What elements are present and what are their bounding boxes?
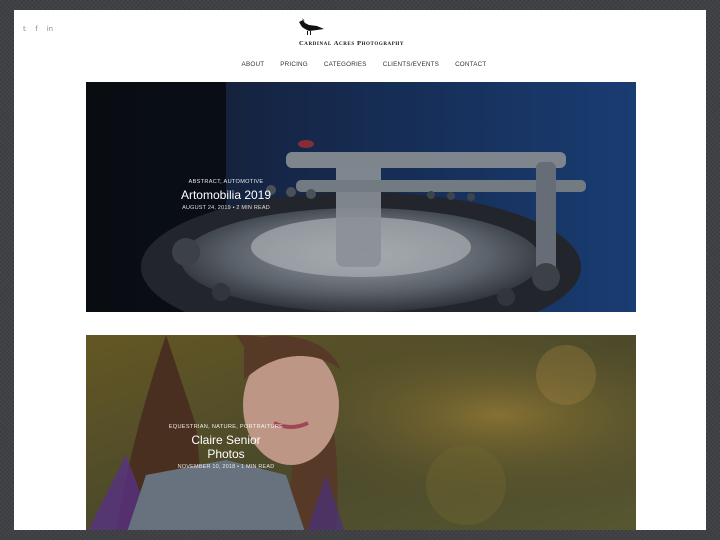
post-title[interactable]: Claire Senior Photos: [171, 433, 281, 461]
post-meta: AUGUST 24, 2019 • 2 MIN READ: [182, 205, 270, 211]
post-categories[interactable]: EQUESTRIAN, NATURE, PORTRAITURE: [126, 424, 326, 430]
post-caption: ABSTRACT, AUTOMOTIVE Artomobilia 2019 AU…: [126, 179, 326, 211]
nav-pricing[interactable]: PRICING: [280, 61, 308, 68]
post-meta: NOVEMBER 10, 2018 • 1 MIN READ: [177, 464, 275, 470]
post-title[interactable]: Artomobilia 2019: [126, 188, 326, 202]
nav-categories[interactable]: CATEGORIES: [324, 61, 367, 68]
post-categories[interactable]: ABSTRACT, AUTOMOTIVE: [126, 179, 326, 185]
linkedin-icon[interactable]: in: [47, 25, 53, 33]
nav-contact[interactable]: CONTACT: [455, 61, 486, 68]
nav-clients-events[interactable]: CLIENTS/EVENTS: [383, 61, 439, 68]
main-nav: ABOUT PRICING CATEGORIES CLIENTS/EVENTS …: [14, 61, 706, 68]
post-card-claire-senior[interactable]: EQUESTRIAN, NATURE, PORTRAITURE Claire S…: [86, 335, 636, 530]
site-logo[interactable]: Cardinal Acres Photography: [297, 18, 427, 50]
facebook-icon[interactable]: f: [35, 25, 37, 33]
page: 𝕥 f in Cardinal Acres Photography ABOUT …: [14, 10, 706, 530]
post-card-artomobilia[interactable]: ABSTRACT, AUTOMOTIVE Artomobilia 2019 AU…: [86, 82, 636, 312]
post-caption: EQUESTRIAN, NATURE, PORTRAITURE Claire S…: [126, 424, 326, 470]
social-links: 𝕥 f in: [23, 25, 53, 33]
cardinal-bird-icon: [299, 18, 324, 35]
nav-about[interactable]: ABOUT: [242, 61, 265, 68]
twitter-icon[interactable]: 𝕥: [23, 25, 26, 33]
brand-name: Cardinal Acres Photography: [299, 40, 405, 47]
